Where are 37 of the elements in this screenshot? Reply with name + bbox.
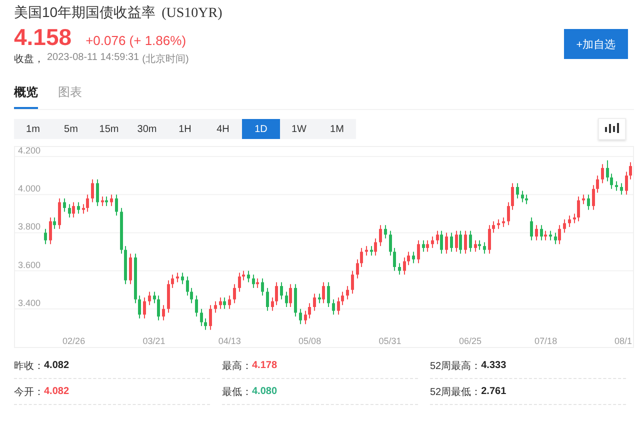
stat-value: 4.178 — [252, 360, 278, 371]
instrument-symbol: (US10YR) — [162, 6, 222, 22]
add-watchlist-button[interactable]: +加自选 — [564, 29, 628, 59]
instrument-title: 美国10年期国债收益率 — [14, 4, 156, 22]
stat-label: 52周最低： — [430, 386, 482, 398]
y-axis-label: 3.400 — [18, 298, 41, 308]
status-label: 收盘， — [14, 53, 44, 66]
timestamp: 2023-08-11 14:59:31 — [47, 52, 140, 65]
timezone: (北京时间) — [142, 52, 189, 66]
x-axis-label: 05/08 — [298, 336, 322, 346]
x-axis-label: 02/26 — [62, 336, 86, 346]
x-axis-label: 03/21 — [142, 336, 166, 346]
x-axis-label: 07/18 — [534, 336, 558, 346]
y-axis-label: 4.200 — [18, 147, 41, 156]
chart-type-button[interactable] — [598, 118, 626, 140]
x-axis-label: 06/25 — [459, 336, 482, 346]
x-axis-label: 05/31 — [378, 336, 402, 346]
y-axis-label: 3.800 — [18, 222, 41, 232]
candlestick-icon — [605, 123, 619, 135]
tab[interactable]: 概览 — [14, 80, 38, 109]
stat-value: 4.080 — [252, 386, 278, 397]
y-axis-label: 3.600 — [18, 260, 41, 270]
stat-value: 2.761 — [481, 386, 506, 397]
stat-value: 4.082 — [44, 360, 70, 371]
stat-value: 4.082 — [44, 386, 70, 397]
interval-button[interactable]: 1D — [242, 119, 280, 139]
stat-label: 最低： — [222, 386, 252, 398]
stat-label: 昨收： — [14, 360, 44, 372]
x-axis-label: 04/13 — [218, 336, 241, 346]
x-axis-label: 08/1 — [614, 336, 632, 346]
stat-label: 最高： — [222, 360, 252, 372]
price-change: +0.076 (+ 1.86%) — [86, 33, 186, 48]
y-axis-label: 4.000 — [18, 184, 41, 194]
stat-value: 4.333 — [481, 360, 506, 371]
stat-label: 52周最高： — [430, 360, 482, 372]
price: 4.158 — [14, 24, 72, 51]
stat-label: 今开： — [14, 386, 44, 398]
